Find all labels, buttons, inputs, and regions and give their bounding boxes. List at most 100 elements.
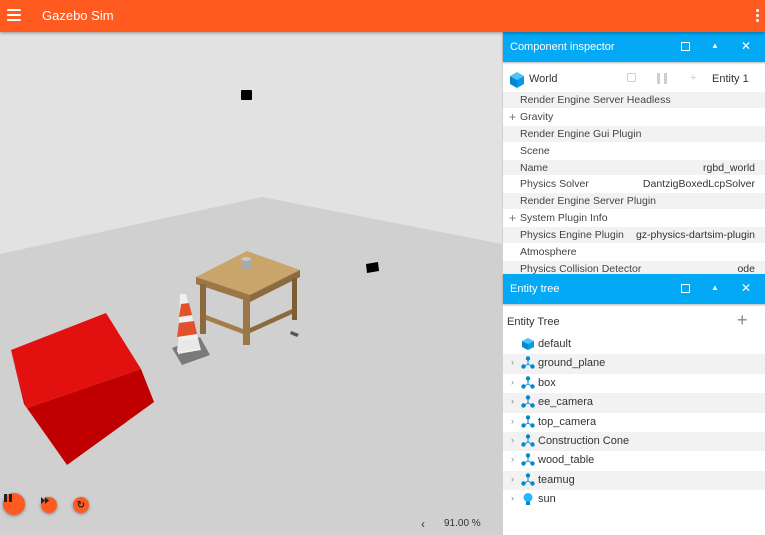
lock-icon[interactable] — [627, 73, 636, 82]
panel-title: Component inspector — [510, 41, 615, 53]
maximize-icon[interactable] — [678, 39, 692, 53]
close-icon[interactable]: ✕ — [739, 39, 753, 53]
real-time-factor: 91.00 % — [444, 518, 481, 529]
reset-button[interactable]: ↻ — [73, 497, 89, 513]
more-options-icon[interactable] — [754, 9, 760, 23]
entity-tree-header: Entity tree ▲ ✕ — [503, 274, 765, 304]
model-icon — [521, 356, 535, 370]
component-key: Render Engine Server Plugin — [520, 195, 656, 208]
hamburger-menu-icon[interactable] — [7, 9, 21, 21]
pause-button[interactable] — [3, 493, 25, 515]
component-value: ode — [737, 262, 755, 274]
step-button[interactable] — [41, 497, 57, 513]
component-key: System Plugin Info — [520, 212, 608, 225]
entity-tree-item-label: teamug — [538, 473, 575, 486]
chevron-right-icon[interactable]: › — [511, 454, 514, 464]
component-row: Name rgbd_world — [503, 159, 765, 177]
entity-tree-title-row: Entity Tree + — [503, 310, 765, 334]
model-icon — [521, 414, 535, 429]
model-icon — [521, 453, 535, 467]
pause-icon — [4, 494, 12, 502]
entity-tree-item[interactable]: › Construction Cone — [503, 431, 765, 452]
component-value: gz-physics-dartsim-plugin — [635, 229, 755, 242]
reset-icon: ↻ — [76, 499, 86, 511]
entity-tree-list: default › ground_plane › box › ee_camera › top_c… — [503, 335, 765, 510]
component-row: Scene — [503, 142, 765, 160]
ee-camera-object[interactable] — [241, 90, 252, 100]
chevron-left-icon[interactable]: ‹ — [421, 517, 425, 531]
chevron-right-icon[interactable]: › — [511, 493, 514, 503]
entity-tree-item-label: ee_camera — [538, 396, 594, 409]
chevron-right-icon[interactable]: › — [511, 396, 514, 406]
component-inspector-header: Component inspector ▲ ✕ — [503, 32, 765, 62]
entity-tree-item[interactable]: › ee_camera — [503, 393, 765, 413]
entity-tree-item-label: default — [538, 338, 572, 350]
fast-forward-icon — [41, 497, 49, 504]
entity-tree-item[interactable]: default — [503, 335, 765, 355]
chevron-right-icon[interactable]: › — [511, 416, 514, 426]
entity-header-row: World + Entity 1 — [503, 68, 765, 92]
entity-name: World — [529, 73, 558, 85]
add-entity-icon[interactable]: + — [737, 310, 748, 331]
chevron-right-icon[interactable]: › — [511, 435, 514, 445]
gazebo-app: Gazebo Sim ↻ ‹ 91.00 % Component inspect… — [0, 0, 765, 535]
component-row: Physics Collision Detector ode — [503, 260, 765, 274]
entity-tree-item[interactable]: › teamug — [503, 470, 765, 491]
component-row[interactable]: + Gravity — [503, 108, 765, 126]
collapse-up-icon[interactable]: ▲ — [708, 281, 722, 295]
entity-tree-item[interactable]: › box — [503, 373, 765, 394]
model-icon — [521, 434, 535, 448]
light-bulb-icon — [521, 492, 535, 506]
entity-tree-item-label: box — [538, 376, 556, 389]
model-icon — [521, 473, 535, 487]
close-icon[interactable]: ✕ — [739, 281, 753, 295]
component-row: Atmosphere — [503, 244, 765, 261]
entity-tree-item-label: Construction Cone — [538, 434, 630, 447]
entity-tree-item[interactable]: › sun — [503, 490, 765, 510]
scene-render — [0, 32, 502, 535]
component-row: Render Engine Gui Plugin — [503, 125, 765, 143]
chevron-right-icon[interactable]: › — [511, 474, 514, 484]
collapse-up-icon[interactable]: ▲ — [708, 39, 722, 53]
maximize-icon[interactable] — [678, 281, 692, 295]
entity-tree-item[interactable]: › top_camera — [503, 412, 765, 432]
component-inspector-body: World + Entity 1 Render Engine Server He… — [503, 68, 765, 274]
right-panel: Component inspector ▲ ✕ World + Entity 1… — [502, 32, 765, 535]
component-row: Physics Solver DantzigBoxedLcpSolver — [503, 176, 765, 194]
entity-id: Entity 1 — [712, 73, 749, 85]
top-app-bar: Gazebo Sim — [0, 0, 765, 32]
component-key: Physics Engine Plugin — [520, 229, 624, 242]
component-key: Physics Collision Detector — [520, 262, 642, 274]
chevron-right-icon[interactable]: › — [511, 357, 514, 367]
entity-tree-item-label: sun — [538, 493, 556, 506]
component-key: Gravity — [520, 110, 554, 123]
component-list: Render Engine Server Headless + Gravity Ren… — [503, 92, 765, 274]
panel-title: Entity tree — [510, 283, 560, 295]
pause-updates-icon[interactable] — [657, 73, 667, 84]
component-key: Name — [520, 161, 549, 174]
add-icon[interactable]: + — [690, 72, 696, 84]
component-key: Physics Solver — [520, 178, 589, 191]
component-key: Atmosphere — [520, 246, 577, 259]
entity-tree-item-label: top_camera — [538, 415, 597, 428]
chevron-right-icon[interactable]: › — [511, 377, 514, 387]
world-cube-icon — [521, 337, 535, 351]
component-value: DantzigBoxedLcpSolver — [642, 178, 755, 191]
component-key: Render Engine Gui Plugin — [520, 127, 642, 140]
entity-tree-item[interactable]: › wood_table — [503, 451, 765, 471]
world-cube-icon — [510, 72, 524, 88]
entity-tree-title: Entity Tree — [507, 316, 560, 328]
expand-icon[interactable]: + — [509, 211, 516, 225]
model-icon — [521, 376, 535, 390]
app-title: Gazebo Sim — [42, 8, 114, 23]
component-row[interactable]: + System Plugin Info — [503, 210, 765, 228]
component-row: Render Engine Server Headless — [503, 92, 765, 109]
3d-scene-view[interactable]: ↻ ‹ 91.00 % — [0, 32, 502, 535]
component-row: Render Engine Server Plugin — [503, 193, 765, 211]
entity-tree-item[interactable]: › ground_plane — [503, 354, 765, 374]
component-value: rgbd_world — [703, 161, 755, 174]
component-row: Physics Engine Plugin gz-physics-dartsim-… — [503, 227, 765, 245]
component-key: Scene — [520, 144, 550, 157]
model-icon — [521, 395, 535, 409]
expand-icon[interactable]: + — [509, 110, 516, 124]
